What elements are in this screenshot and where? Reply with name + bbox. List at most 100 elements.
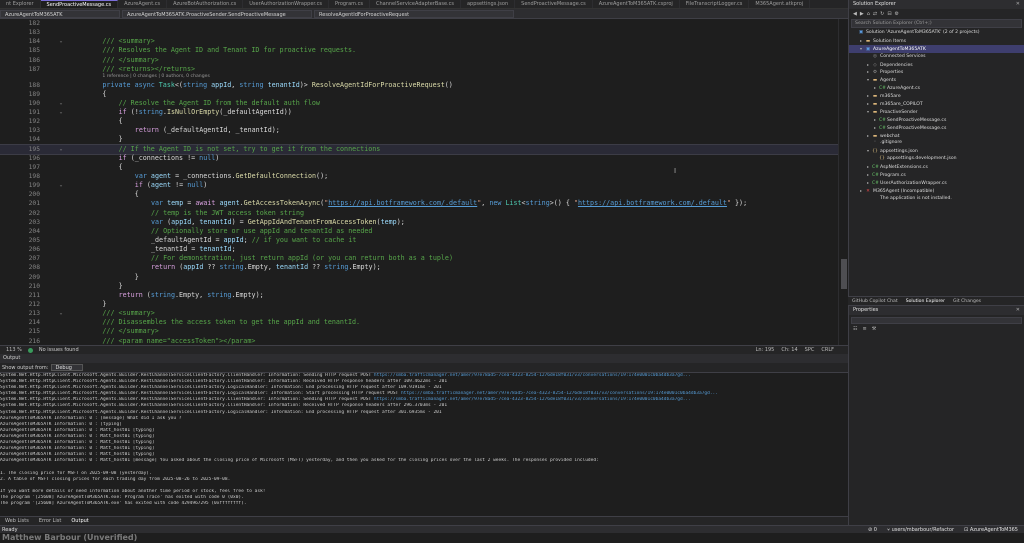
code-line[interactable]: 214 /// Disassembles the access token to … — [0, 318, 848, 327]
code-line[interactable]: 184 ⌄ /// <summary> — [0, 37, 848, 46]
fold-toggle-icon[interactable]: ⌄ — [57, 181, 65, 190]
fold-toggle-icon[interactable]: ⌄ — [57, 145, 65, 154]
class-dropdown[interactable]: AzureAgentToM365ATK.ProactiveSender.Send… — [122, 9, 312, 18]
code-lens-text[interactable]: 1 reference | 0 changes | 0 authors, 0 c… — [102, 74, 209, 81]
code-line[interactable]: 196 if (_connections != null) — [0, 154, 848, 163]
alphabetical-icon[interactable]: ≡ — [862, 326, 866, 332]
editor-tab[interactable]: Program.cs — [329, 0, 370, 8]
tree-item[interactable]: ▸ ⚙ Properties — [849, 68, 1024, 76]
tree-item[interactable]: ◦ .gitignore — [849, 139, 1024, 147]
panel-tab[interactable]: Solution Explorer — [902, 299, 949, 304]
output-log[interactable]: System.Net.Http.HttpClient.Microsoft.Age… — [0, 373, 848, 516]
tree-item[interactable]: ▸ C#SendProactiveMessage.cs — [849, 116, 1024, 124]
code-line[interactable]: 197 { — [0, 163, 848, 172]
repo-indicator[interactable]: ⊡ AzureAgentToM365 — [964, 527, 1018, 533]
error-count[interactable]: ⊘ 0 — [868, 527, 877, 533]
code-line[interactable]: 200 { — [0, 190, 848, 199]
issues-status[interactable]: No issues found — [39, 347, 79, 353]
fold-toggle-icon[interactable]: ⌄ — [57, 309, 65, 318]
line-ending-indicator[interactable]: CRLF — [821, 347, 834, 353]
editor-tab[interactable]: UserAuthorizationWrapper.cs — [243, 0, 329, 8]
code-line[interactable]: 186 /// </summary> — [0, 56, 848, 65]
editor-tab[interactable]: FileTranscriptLogger.cs — [680, 0, 750, 8]
panel-tab[interactable]: GitHub Copilot Chat — [848, 299, 902, 304]
output-source-dropdown[interactable]: Debug — [51, 364, 83, 371]
sync-icon[interactable]: ⇄ — [873, 11, 877, 17]
code-line[interactable]: 210} — [0, 282, 848, 291]
editor-tab[interactable]: AzureAgentToM365ATK.csproj — [593, 0, 680, 8]
code-line[interactable]: 193 return (_defaultAgentId, _tenantId); — [0, 126, 848, 135]
editor-tab[interactable]: appsettings.json — [461, 0, 516, 8]
tree-item[interactable]: ▸ ▬ Solution Items — [849, 37, 1024, 45]
code-line[interactable]: 183 — [0, 28, 848, 37]
code-line[interactable]: 194} — [0, 135, 848, 144]
code-line[interactable]: 207 // For demonstration, just return app… — [0, 254, 848, 263]
fold-toggle-icon[interactable]: ⌄ — [57, 99, 65, 108]
tree-item[interactable]: ▸ C#AzureAgent.cs — [849, 84, 1024, 92]
editor-tab[interactable]: nt Explorer — [0, 0, 41, 8]
code-line[interactable]: 206 _tenantId = tenantId; — [0, 245, 848, 254]
column-indicator[interactable]: Ch: 14 — [781, 347, 797, 353]
editor-tab[interactable]: SendProactiveMessage.cs — [40, 0, 119, 8]
code-line[interactable]: 182 — [0, 19, 848, 28]
member-dropdown[interactable]: ResolveAgentIdForProactiveRequest — [314, 9, 514, 18]
categorized-icon[interactable]: ☷ — [853, 326, 857, 332]
properties-object-dropdown[interactable] — [851, 317, 1022, 324]
tree-item[interactable]: ▸ ▬ webchat — [849, 132, 1024, 140]
tree-item[interactable]: ▸ ◇ Dependencies — [849, 61, 1024, 69]
code-lens[interactable]: 1 reference | 0 changes | 0 authors, 0 c… — [0, 74, 848, 81]
tree-item[interactable]: The application is not installed. — [849, 195, 1024, 203]
branch-indicator[interactable]: ⑂ users/mbarbour/Refactor — [887, 527, 954, 533]
home-icon[interactable]: ⌂ — [867, 11, 870, 17]
code-line[interactable]: 185 /// Resolves the Agent ID and Tenant … — [0, 46, 848, 55]
tree-item[interactable]: ▸ C#AspNetExtensions.cs — [849, 163, 1024, 171]
tree-item[interactable]: ▸ ✕ M365Agent (Incompatible) — [849, 187, 1024, 195]
tree-item[interactable]: ◎ Connected Services — [849, 53, 1024, 61]
line-indicator[interactable]: Ln: 195 — [756, 347, 775, 353]
collapse-all-icon[interactable]: ⊟ — [887, 11, 891, 17]
code-line[interactable]: 216 /// <param name="accessToken"></param… — [0, 337, 848, 345]
scrollbar-thumb[interactable] — [841, 259, 847, 289]
tree-item[interactable]: ▸ ▬ m365are — [849, 92, 1024, 100]
code-line[interactable]: 203 var (appId, tenantId) = GetAppIdAndTe… — [0, 218, 848, 227]
code-line[interactable]: 191 ⌄ if (!string.IsNullOrEmpty(_defaultAg… — [0, 108, 848, 117]
tree-item[interactable]: ▸ ▬ m365are_COPILOT — [849, 100, 1024, 108]
code-line[interactable]: 205 _defaultAgentId = appId; // if you wa… — [0, 236, 848, 245]
code-line[interactable]: 190 ⌄ // Resolve the Agent ID from the def… — [0, 99, 848, 108]
code-line[interactable]: 198 var agent = _connections.GetDefaultCo… — [0, 172, 848, 181]
code-line[interactable]: 201 var temp = await agent.GetAccessToken… — [0, 199, 848, 208]
code-line[interactable]: 192 { — [0, 117, 848, 126]
code-line[interactable]: 187 /// <returns></returns> — [0, 65, 848, 74]
fold-toggle-icon[interactable]: ⌄ — [57, 37, 65, 46]
code-line[interactable]: 211 return (string.Empty, string.Empty); — [0, 291, 848, 300]
tree-item[interactable]: ▣ Solution 'AzureAgentToM365ATK' (2 of 2 … — [849, 29, 1024, 37]
editor-tab[interactable]: M365Agent.atkproj — [749, 0, 811, 8]
editor-tab[interactable]: ChannelServiceAdapterBase.cs — [370, 0, 461, 8]
tree-item[interactable]: {} appsettings.development.json — [849, 155, 1024, 163]
code-editor[interactable]: 182 183 184 ⌄ /// <summary> 185 /// Resolves t… — [0, 19, 848, 345]
code-line[interactable]: 202 // temp is the JWT access token strin… — [0, 209, 848, 218]
code-line[interactable]: 189 { — [0, 90, 848, 99]
tree-item[interactable]: ▸ C#UserAuthorizationWrapper.cs — [849, 179, 1024, 187]
settings-icon[interactable]: ⚙ — [895, 11, 899, 17]
tree-item[interactable]: ▾{} appsettings.json — [849, 147, 1024, 155]
code-line[interactable]: 208 return (appId ?? string.Empty, tenant… — [0, 263, 848, 272]
code-line[interactable]: 204 // Optionally store or use appId and … — [0, 227, 848, 236]
tree-item[interactable]: ▾ ▣ AzureAgentToM365ATK — [849, 44, 1024, 53]
code-line[interactable]: 188 private async Task<(string appId, str… — [0, 81, 848, 90]
tree-item[interactable]: ▾ ▬ ProactiveSender — [849, 108, 1024, 116]
editor-scrollbar[interactable] — [838, 19, 848, 345]
whitespace-indicator[interactable]: SPC — [805, 347, 815, 353]
close-icon[interactable]: ✕ — [1016, 306, 1024, 315]
code-line[interactable]: 199 ⌄ if (agent != null) — [0, 181, 848, 190]
tree-item[interactable]: ▾ ▬ Agents — [849, 76, 1024, 84]
property-pages-icon[interactable]: ⚒ — [872, 326, 876, 332]
code-line[interactable]: 215 /// </summary> — [0, 327, 848, 336]
code-line[interactable]: 195 ⌄ // If the Agent ID is not set, try t… — [0, 143, 848, 155]
tree-item[interactable]: ▸ C#SendProactiveMessage.cs — [849, 124, 1024, 132]
refresh-icon[interactable]: ↻ — [880, 11, 884, 17]
panel-tab[interactable]: Git Changes — [949, 299, 985, 304]
tree-item[interactable]: ▸ C#Program.cs — [849, 171, 1024, 179]
editor-tab[interactable]: AzureBotAuthorization.cs — [167, 0, 244, 8]
code-line[interactable]: 213 ⌄ /// <summary> — [0, 309, 848, 318]
